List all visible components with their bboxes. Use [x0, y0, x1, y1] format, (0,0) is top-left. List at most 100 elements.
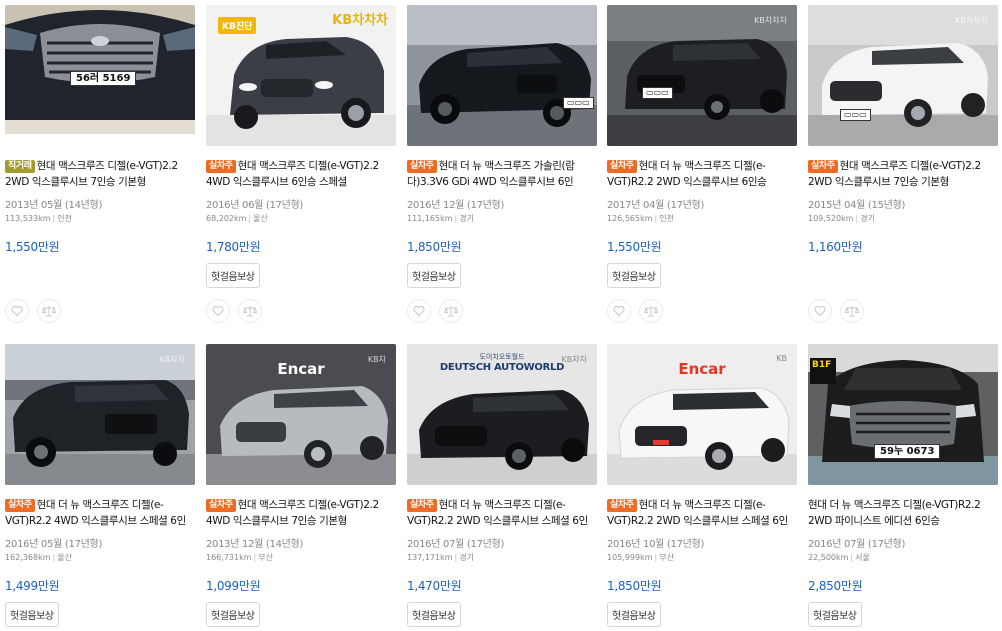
visit-compensation-badge[interactable]: 헛걸음보상	[407, 602, 461, 627]
visit-compensation-badge[interactable]: 헛걸음보상	[206, 263, 260, 288]
compare-button[interactable]	[639, 299, 663, 323]
card-actions	[407, 299, 463, 323]
listing-card[interactable]: KB차차차 ▭▭▭ 실차주 현대 맥스크루즈 디젤(e-VGT)2.2 2WD 익…	[808, 5, 998, 323]
visit-compensation-badge[interactable]: 헛걸음보상	[607, 263, 661, 288]
listing-card[interactable]: KB차차 도이치오토월드 DEUTSCH AUTOWORLD 실차주 현대 더 뉴…	[407, 344, 597, 627]
listing-price: 1,550만원	[607, 240, 662, 254]
car-photo[interactable]: KB진단 KB차차차	[206, 5, 396, 146]
favorite-button[interactable]	[808, 299, 832, 323]
listing-card[interactable]: KB Encar 실차주 현대 더 뉴 맥스크루즈 디젤(e-VGT)R2.2 2…	[607, 344, 797, 627]
favorite-button[interactable]	[407, 299, 431, 323]
visit-compensation-badge[interactable]: 헛걸음보상	[407, 263, 461, 288]
favorite-button[interactable]	[5, 299, 29, 323]
listing-card[interactable]: 56러 5169 직거래 현대 맥스크루즈 디젤(e-VGT)2.2 2WD 익스…	[5, 5, 195, 323]
scale-icon	[644, 306, 658, 317]
car-photo[interactable]: ▭▭▭	[407, 5, 597, 146]
dealer-sub-logo: 도이치오토월드	[479, 353, 525, 361]
listing-year: 2017년 04월 (17년형)	[607, 200, 705, 211]
compare-button[interactable]	[37, 299, 61, 323]
card-actions	[5, 299, 61, 323]
kb-watermark: KB	[776, 354, 787, 363]
listing-card[interactable]: KB차차 실차주 현대 더 뉴 맥스크루즈 디젤(e-VGT)R2.2 4WD 익…	[5, 344, 195, 627]
compare-button[interactable]	[439, 299, 463, 323]
listing-title[interactable]: 실차주 현대 더 뉴 맥스크루즈 디젤(e-VGT)R2.2 4WD 익스클루시브…	[5, 497, 195, 529]
region: 울산	[57, 553, 72, 562]
kb-watermark: KB차차	[159, 355, 185, 364]
car-photo[interactable]: KB차차차 ▭▭▭	[607, 5, 797, 146]
parking-sign: B1F	[810, 358, 836, 384]
mileage: 68,202km	[206, 214, 247, 223]
license-plate: 56러 5169	[70, 71, 137, 86]
listing-price: 1,780만원	[206, 240, 261, 254]
compare-button[interactable]	[840, 299, 864, 323]
listing-meta: 113,533km | 인천	[5, 214, 72, 223]
compare-button[interactable]	[238, 299, 262, 323]
seller-badge: 실차주	[206, 160, 236, 173]
visit-compensation-badge[interactable]: 헛걸음보상	[808, 602, 862, 627]
card-actions	[607, 299, 663, 323]
mileage: 111,165km	[407, 214, 453, 223]
listing-title[interactable]: 실차주 현대 더 뉴 맥스크루즈 디젤(e-VGT)R2.2 2WD 익스클루시브…	[607, 158, 797, 190]
listing-price: 1,160만원	[808, 240, 863, 254]
listing-card[interactable]: KB진단 KB차차차 실차주 현대 맥스크루즈 디젤(e-VGT)2.2 4WD …	[206, 5, 396, 323]
listing-title[interactable]: 실차주 현대 맥스크루즈 디젤(e-VGT)2.2 4WD 익스클루시브 6인승 …	[206, 158, 396, 190]
car-image	[808, 5, 998, 146]
seller-badge: 직거래	[5, 160, 35, 173]
listing-meta: 105,999km | 부산	[607, 553, 674, 562]
listing-title[interactable]: 실차주 현대 맥스크루즈 디젤(e-VGT)2.2 4WD 익스클루시브 7인승 …	[206, 497, 396, 529]
seller-badge: 실차주	[5, 499, 35, 512]
kb-watermark: KB차	[367, 355, 386, 364]
region: 인천	[659, 214, 674, 223]
visit-compensation-badge[interactable]: 헛걸음보상	[5, 602, 59, 627]
visit-compensation-badge[interactable]: 헛걸음보상	[607, 602, 661, 627]
favorite-button[interactable]	[607, 299, 631, 323]
mileage: 166,731km	[206, 553, 252, 562]
license-plate: ▭▭▭	[840, 109, 871, 121]
listing-price: 1,550만원	[5, 240, 60, 254]
heart-icon	[613, 305, 625, 317]
car-image	[5, 344, 195, 485]
listing-title[interactable]: 현대 더 뉴 맥스크루즈 디젤(e-VGT)R2.2 2WD 파이니스트 에디션…	[808, 497, 998, 529]
listing-card[interactable]: KB차 Encar 실차주 현대 맥스크루즈 디젤(e-VGT)2.2 4WD 익…	[206, 344, 396, 627]
encar-logo: Encar	[678, 360, 726, 378]
car-photo[interactable]: KB차차차 ▭▭▭	[808, 5, 998, 146]
mileage: 126,565km	[607, 214, 653, 223]
seller-badge: 실차주	[808, 160, 838, 173]
region: 부산	[258, 553, 273, 562]
car-photo[interactable]: KB Encar	[607, 344, 797, 485]
dealer-logo: DEUTSCH AUTOWORLD	[439, 362, 565, 373]
listing-year: 2016년 07월 (17년형)	[808, 539, 906, 550]
favorite-button[interactable]	[206, 299, 230, 323]
car-photo[interactable]: 56러 5169	[5, 5, 195, 146]
kb-watermark: KB차차차	[754, 16, 787, 25]
region: 인천	[57, 214, 72, 223]
listing-title[interactable]: 실차주 현대 더 뉴 맥스크루즈 디젤(e-VGT)R2.2 2WD 익스클루시브…	[607, 497, 797, 529]
car-photo[interactable]: KB차 Encar	[206, 344, 396, 485]
listing-year: 2016년 06월 (17년형)	[206, 200, 304, 211]
encar-logo: Encar	[277, 360, 325, 378]
listing-price: 1,470만원	[407, 579, 462, 593]
car-photo[interactable]: KB차차 도이치오토월드 DEUTSCH AUTOWORLD	[407, 344, 597, 485]
heart-icon	[413, 305, 425, 317]
car-photo[interactable]: B1F 59누 0673	[808, 344, 998, 485]
region: 경기	[860, 214, 875, 223]
car-photo[interactable]: KB차차	[5, 344, 195, 485]
kb-watermark: KB차차차	[955, 16, 988, 25]
car-image	[808, 344, 998, 485]
scale-icon	[42, 306, 56, 317]
seller-badge: 실차주	[407, 499, 437, 512]
listing-card[interactable]: ▭▭▭ 실차주 현대 더 뉴 맥스크루즈 가솔린(람다)3.3V6 GDi 4WD…	[407, 5, 597, 323]
seller-badge: 실차주	[206, 499, 236, 512]
region: 부산	[659, 553, 674, 562]
card-actions	[808, 299, 864, 323]
listing-card[interactable]: B1F 59누 0673 현대 더 뉴 맥스크루즈 디젤(e-VGT)R2.2 …	[808, 344, 998, 627]
listing-title[interactable]: 실차주 현대 더 뉴 맥스크루즈 가솔린(람다)3.3V6 GDi 4WD 익스클…	[407, 158, 597, 190]
listing-meta: 137,171km | 경기	[407, 553, 474, 562]
listing-title[interactable]: 직거래 현대 맥스크루즈 디젤(e-VGT)2.2 2WD 익스클루시브 7인승 …	[5, 158, 195, 190]
listing-card[interactable]: KB차차차 ▭▭▭ 실차주 현대 더 뉴 맥스크루즈 디젤(e-VGT)R2.2 …	[607, 5, 797, 323]
listing-title[interactable]: 실차주 현대 더 뉴 맥스크루즈 디젤(e-VGT)R2.2 2WD 익스클루시브…	[407, 497, 597, 529]
listing-price: 1,850만원	[607, 579, 662, 593]
listing-title[interactable]: 실차주 현대 맥스크루즈 디젤(e-VGT)2.2 2WD 익스클루시브 7인승 …	[808, 158, 998, 190]
visit-compensation-badge[interactable]: 헛걸음보상	[206, 602, 260, 627]
listing-meta: 111,165km | 경기	[407, 214, 474, 223]
